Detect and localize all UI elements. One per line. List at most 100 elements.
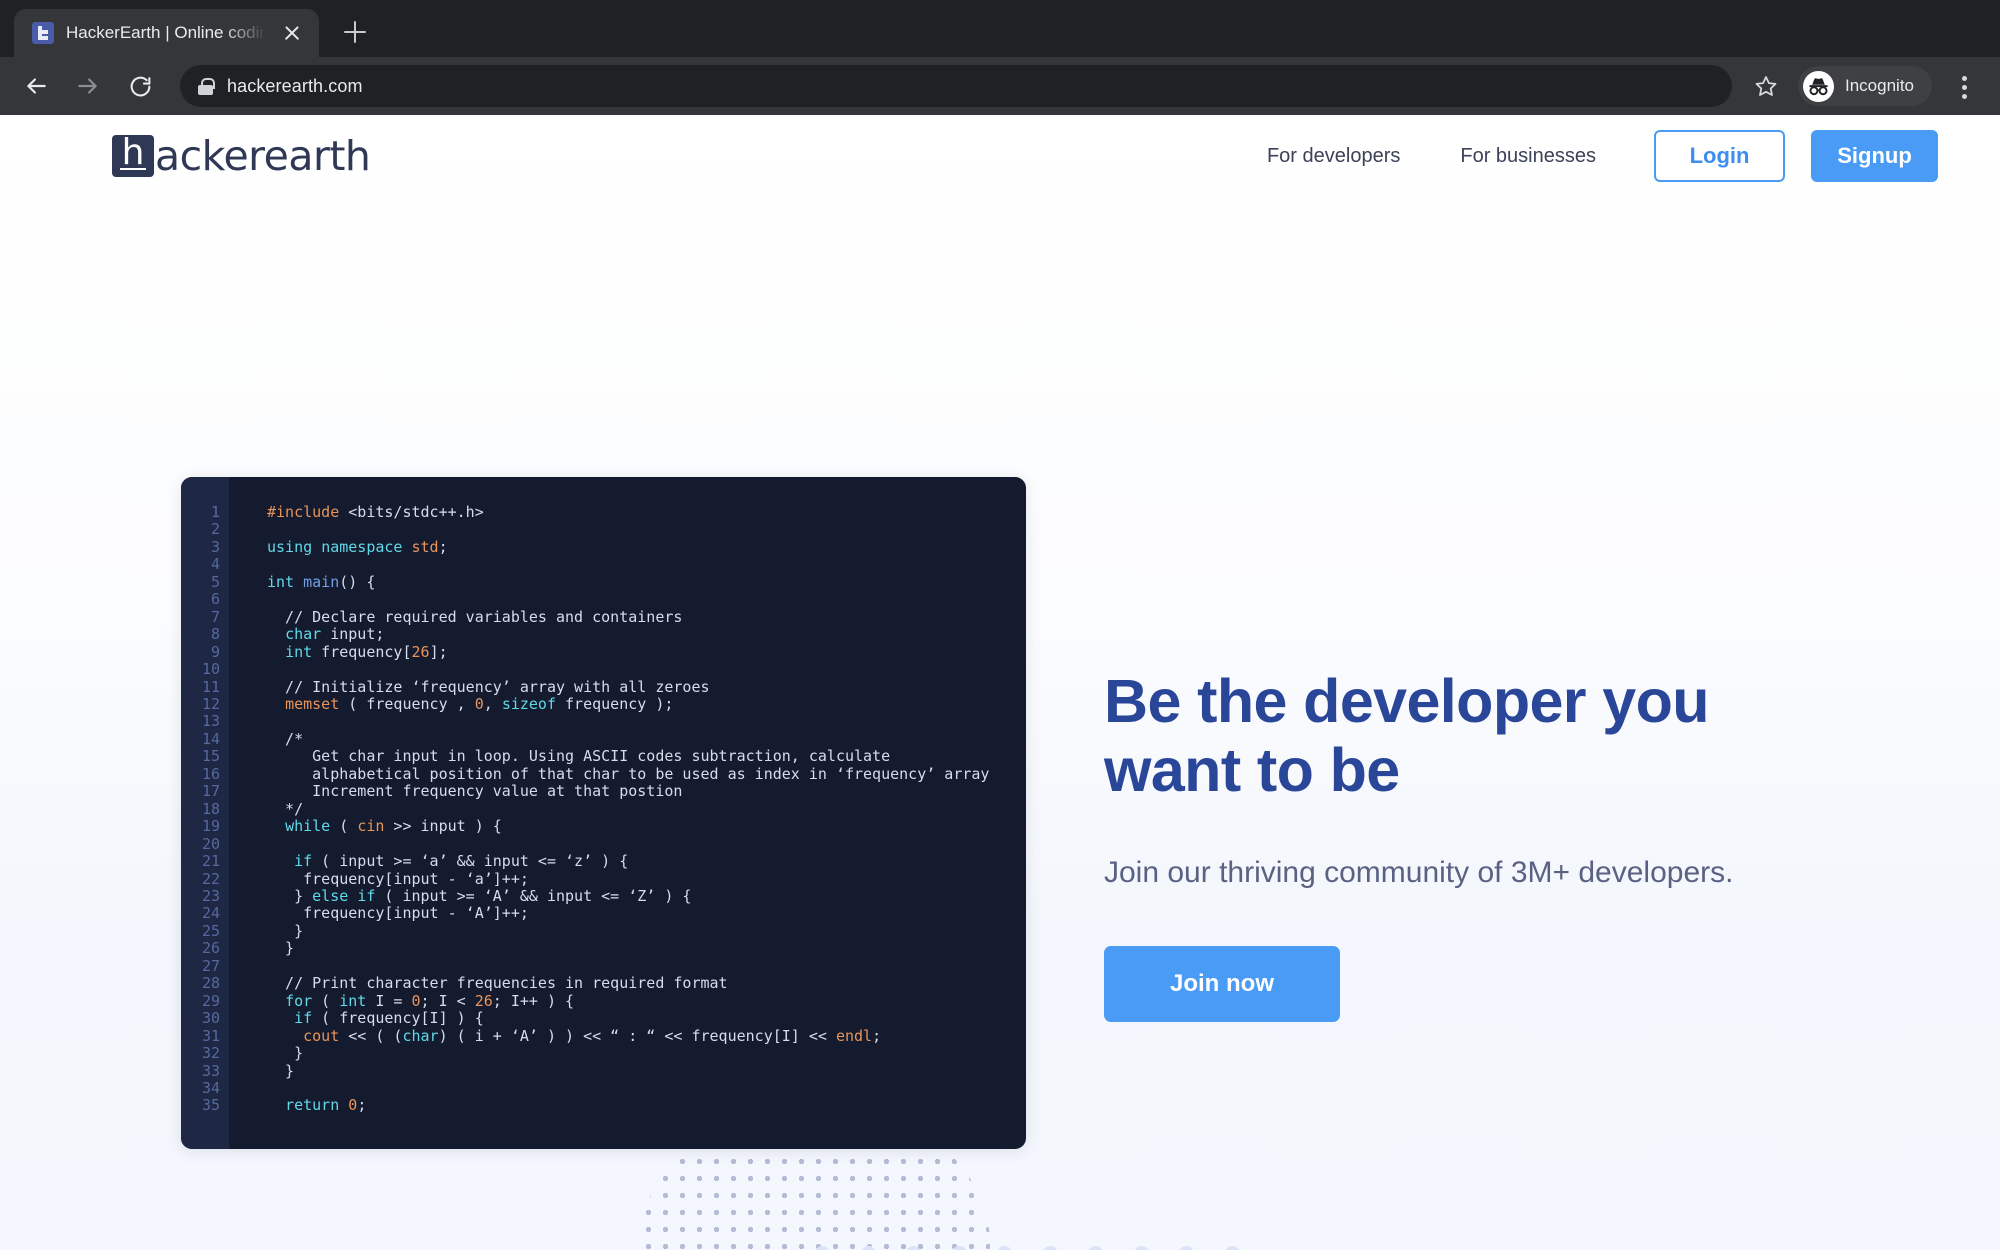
code-line-number: 16: [201, 764, 220, 783]
code-line-number: 7: [210, 607, 220, 626]
decoration-dot: [951, 1246, 967, 1250]
main-nav: For developers For businesses Login Sign…: [1237, 130, 1938, 182]
new-tab-button[interactable]: [333, 10, 377, 54]
nav-item-for-developers[interactable]: For developers: [1237, 145, 1430, 168]
logo-mark-icon: [112, 132, 154, 177]
code-line-number: 8: [210, 625, 220, 644]
code-line: Increment frequency value at that postio…: [267, 782, 683, 801]
decoration-dot: [860, 1246, 876, 1250]
tab-title: HackerEarth | Online coding platform: [66, 23, 267, 42]
code-line-number: 2: [210, 520, 220, 539]
login-button[interactable]: Login: [1654, 130, 1785, 182]
code-line: */: [267, 799, 304, 818]
hackerearth-logo[interactable]: ackerearth: [112, 131, 371, 180]
close-icon[interactable]: [279, 20, 305, 46]
code-line: }: [267, 939, 295, 958]
code-line: while ( cin >> input ) {: [285, 817, 502, 836]
site-header: ackerearth For developers For businesses…: [0, 115, 2000, 197]
code-line-number: 22: [201, 869, 220, 888]
page-viewport: ackerearth For developers For businesses…: [0, 115, 2000, 1250]
code-line: /*: [267, 729, 304, 748]
decoration-dot: [1179, 1246, 1194, 1250]
code-line-number: 1: [210, 503, 220, 521]
code-line-number: 29: [201, 991, 220, 1010]
hero-title-line-2: want to be: [1104, 735, 1400, 804]
decoration-dot: [1133, 1246, 1149, 1250]
decoration-dot: [815, 1246, 830, 1250]
hero-title-line-1: Be the developer you: [1104, 667, 1710, 735]
dots-decoration: [815, 1246, 1305, 1250]
code-line-number: 34: [201, 1078, 220, 1097]
code-line-number: 14: [201, 729, 220, 748]
code-line-number: 31: [201, 1026, 220, 1045]
code-content: #include <bits/stdc++.h> using namespace…: [229, 477, 1026, 1149]
star-icon[interactable]: [1746, 66, 1786, 106]
address-bar[interactable]: hackerearth.com: [180, 65, 1732, 107]
decoration-dot: [1042, 1246, 1058, 1250]
code-line-numbers: 1 2 3 4 5 6 7 8 9 10 11 12 13 14 15 16 17 18 19 20 21 22 23 24 2…: [181, 477, 229, 1149]
browser-tab[interactable]: HackerEarth | Online coding platform: [14, 9, 319, 57]
code-line-number: 27: [201, 956, 220, 975]
code-line-number: 18: [201, 799, 220, 818]
hackerearth-favicon-icon: [32, 22, 54, 44]
code-line-number: 6: [210, 590, 220, 609]
code-line: if ( input >= ‘a’ && input <= ‘z’ ) {: [294, 852, 629, 871]
decoration-dot: [906, 1246, 921, 1250]
decoration-dot: [1224, 1246, 1240, 1250]
code-sample-panel: 1 2 3 4 5 6 7 8 9 10 11 12 13 14 15 16 17 18 19 20 21 22 23 24 2…: [181, 477, 1026, 1149]
code-line-number: 4: [210, 555, 220, 574]
code-line: cout << ( (char) ( i + ‘A’ ) ) << “ : “ …: [303, 1026, 882, 1045]
code-line-number: 15: [201, 747, 220, 766]
profile-incognito-button[interactable]: Incognito: [1798, 66, 1932, 106]
decoration-dot: [1088, 1246, 1103, 1250]
code-line: // Print character frequencies in requir…: [267, 974, 728, 993]
code-line-number: 30: [201, 1009, 220, 1028]
incognito-icon: [1803, 70, 1834, 102]
code-line: using namespace std;: [267, 537, 448, 556]
code-line-number: 13: [201, 712, 220, 731]
code-line: // Declare required variables and contai…: [267, 607, 683, 626]
code-line-number: 23: [201, 886, 220, 905]
code-line-number: 11: [201, 677, 220, 696]
code-line-number: 19: [201, 817, 220, 836]
code-line-number: 33: [201, 1061, 220, 1080]
code-line: char input;: [285, 625, 385, 644]
code-line: if ( frequency[I] ) {: [294, 1009, 484, 1028]
hero-subtitle: Join our thriving community of 3M+ devel…: [1104, 855, 1734, 889]
code-line-number: 10: [201, 660, 220, 679]
lock-icon: [198, 77, 215, 95]
code-line-number: 26: [201, 939, 220, 958]
nav-item-for-businesses[interactable]: For businesses: [1430, 145, 1626, 168]
code-line: frequency[input - ‘a’]++;: [267, 869, 529, 888]
browser-toolbar: hackerearth.com Incognito: [0, 57, 2000, 115]
code-line-number: 32: [201, 1044, 220, 1063]
code-line: // Initialize ‘frequency’ array with all…: [267, 677, 710, 696]
kebab-menu-icon[interactable]: [1946, 66, 1982, 106]
code-line-number: 28: [201, 974, 220, 993]
back-arrow-icon[interactable]: [14, 64, 58, 108]
profile-label: Incognito: [1845, 76, 1914, 95]
code-line-number: 25: [201, 921, 220, 940]
code-line-number: 35: [201, 1096, 220, 1115]
code-line: }: [267, 1061, 295, 1080]
reload-icon[interactable]: [118, 64, 162, 108]
logo-text: ackerearth: [155, 131, 371, 180]
code-line: for ( int I = 0; I < 26; I++ ) {: [285, 991, 575, 1010]
code-line-number: 21: [201, 852, 220, 871]
decoration-dot: [997, 1246, 1012, 1250]
code-line-number: 24: [201, 904, 220, 923]
signup-button[interactable]: Signup: [1811, 130, 1938, 182]
code-line-number: 20: [201, 834, 220, 853]
code-line-number: 9: [210, 642, 220, 661]
code-line: Get char input in loop. Using ASCII code…: [267, 747, 891, 766]
join-now-button[interactable]: Join now: [1104, 946, 1340, 1023]
forward-arrow-icon[interactable]: [66, 64, 110, 108]
address-bar-url: hackerearth.com: [227, 75, 363, 96]
